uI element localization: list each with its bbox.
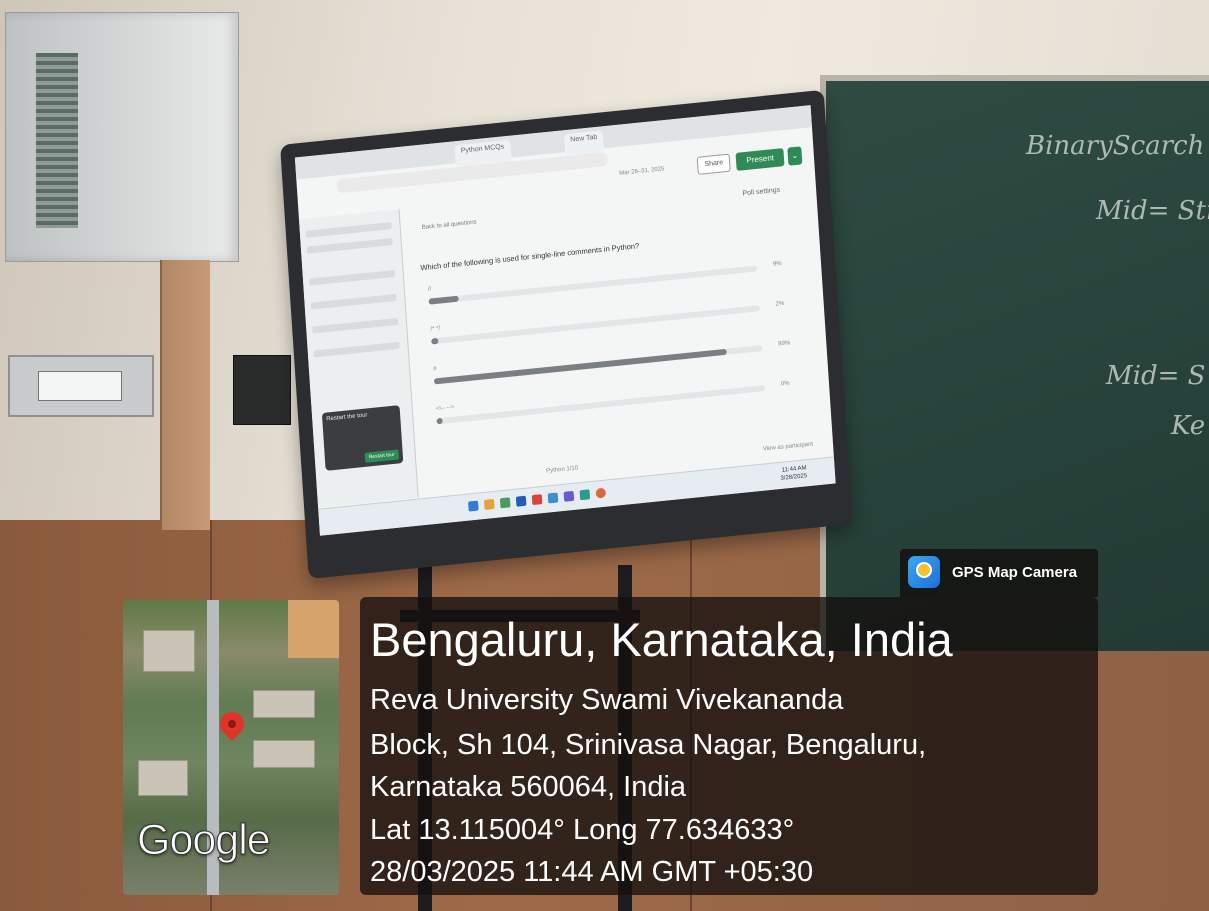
gps-map-camera-badge: GPS Map Camera <box>900 549 1098 597</box>
poll-option-label: // <box>427 286 432 293</box>
share-button[interactable]: Share <box>697 153 731 175</box>
address-line-3: Karnataka 560064, India <box>370 771 687 803</box>
map-pin-camera-icon-center <box>916 562 932 578</box>
chalk-text-line4: Ke <box>1171 411 1206 441</box>
wall-mounted-device <box>8 355 154 417</box>
question-counter: Python 1/10 <box>546 465 579 475</box>
badge-label: GPS Map Camera <box>952 564 1078 581</box>
chalk-text-line2: Mid= Stri <box>1096 196 1209 226</box>
poll-option-bar-track <box>431 305 761 345</box>
map-building <box>143 630 195 672</box>
map-building <box>253 690 315 718</box>
chalk-text-line1: BinaryScarch <box>1026 131 1205 161</box>
chrome-icon[interactable] <box>595 487 607 499</box>
address-line-2: Block, Sh 104, Srinivasa Nagar, Bengalur… <box>370 729 927 761</box>
taskbar-app-icon[interactable] <box>547 492 559 504</box>
coordinates: Lat 13.115004° Long 77.634633° <box>370 814 795 846</box>
taskbar-app-icon[interactable] <box>579 489 591 501</box>
sidebar-item[interactable] <box>310 293 397 310</box>
cabinet-door-grille <box>36 53 78 228</box>
poll-option-percent: 89% <box>778 340 791 348</box>
poll-option-bar-track <box>428 265 758 305</box>
poll-option-bar-fill <box>428 295 459 305</box>
poll-option-bar-fill <box>433 348 727 385</box>
present-button[interactable]: Present <box>735 148 785 171</box>
sidebar-item[interactable] <box>306 238 393 254</box>
restart-tour-button[interactable]: Restart tour <box>364 449 400 463</box>
address-line-1: Reva University Swami Vivekananda <box>370 684 844 716</box>
back-to-questions-link[interactable]: Back to all questions <box>422 219 477 231</box>
map-thumbnail: Google <box>123 600 339 895</box>
sidebar-item[interactable] <box>305 222 392 238</box>
poll-option-label: # <box>433 366 437 373</box>
poll-option-bar-track <box>436 385 766 425</box>
taskbar-app-icon[interactable] <box>531 494 543 506</box>
poll-option-label: <!-- --> <box>435 404 455 413</box>
location-overlay: Bengaluru, Karnataka, India Reva Univers… <box>360 597 1098 895</box>
poll-option-bar-fill <box>431 337 439 345</box>
sidebar-item[interactable] <box>313 341 400 358</box>
poll-question: Which of the following is used for singl… <box>420 241 640 273</box>
taskbar-app-icon[interactable] <box>563 490 575 502</box>
present-more-button[interactable]: ⌄ <box>787 146 803 166</box>
sidebar-item[interactable] <box>312 317 399 334</box>
taskbar-clock: 11:44 AM 3/28/2025 <box>780 464 808 483</box>
wall-speaker <box>233 355 291 425</box>
taskbar-app-icon[interactable] <box>499 497 511 509</box>
taskbar-app-icon[interactable] <box>515 495 527 507</box>
poll-option-percent: 2% <box>775 300 785 308</box>
view-as-participant-button[interactable]: View as participant <box>763 441 813 452</box>
poll-option-bar-fill <box>436 417 443 425</box>
map-building <box>253 740 315 768</box>
location-title: Bengaluru, Karnataka, India <box>370 613 953 666</box>
poll-option-bar-track <box>433 345 763 385</box>
location-pin-dot <box>226 718 238 730</box>
taskbar-app-icon[interactable] <box>468 500 479 512</box>
map-sports-field <box>288 600 339 658</box>
smart-display: Python MCQs New Tab Mar 28–31, 2025 Shar… <box>280 89 853 580</box>
poll-option-label: /* */ <box>430 325 441 333</box>
location-pin-icon <box>215 707 249 741</box>
poll-date-range: Mar 28–31, 2025 <box>619 166 665 177</box>
network-cabinet <box>5 12 239 262</box>
poll-option-percent: 0% <box>780 380 790 388</box>
sidebar-item[interactable] <box>308 269 395 286</box>
left-sidebar: Restart the tour Restart tour <box>298 209 419 508</box>
photo-scene: BinaryScarch Mid= Stri Mid= S Ke Python … <box>0 0 1209 911</box>
clock-date: 3/28/2025 <box>780 473 808 482</box>
taskbar-app-icon[interactable] <box>483 498 495 510</box>
poll-option-percent: 9% <box>772 260 782 268</box>
device-panel <box>38 371 122 401</box>
tour-title: Restart the tour <box>326 412 368 423</box>
chalk-text-line3: Mid= S <box>1106 361 1206 391</box>
map-building <box>138 760 188 796</box>
display-screen: Python MCQs New Tab Mar 28–31, 2025 Shar… <box>294 105 836 536</box>
timestamp: 28/03/2025 11:44 AM GMT +05:30 <box>370 856 814 888</box>
poll-settings-button[interactable]: Poll settings <box>742 187 780 198</box>
door-frame <box>160 260 210 530</box>
map-pin-camera-icon <box>908 556 940 588</box>
google-logo: Google <box>137 816 272 865</box>
restart-tour-card: Restart the tour Restart tour <box>321 405 404 471</box>
